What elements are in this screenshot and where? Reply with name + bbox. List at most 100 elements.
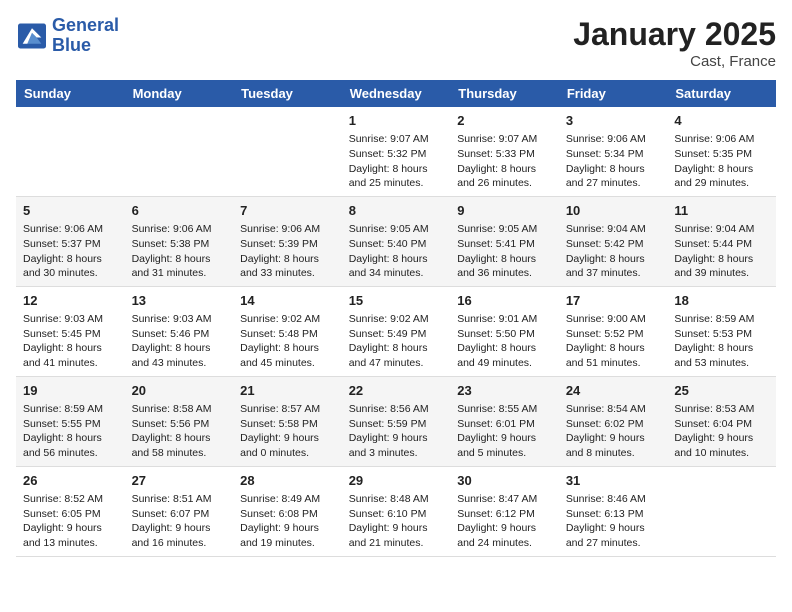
day-info: Daylight: 8 hours and 26 minutes. <box>457 162 552 191</box>
day-number: 9 <box>457 202 552 220</box>
day-header-wednesday: Wednesday <box>342 80 451 107</box>
calendar-table: SundayMondayTuesdayWednesdayThursdayFrid… <box>16 80 776 557</box>
day-cell-3: 3Sunrise: 9:06 AMSunset: 5:34 PMDaylight… <box>559 107 668 196</box>
day-cell-8: 8Sunrise: 9:05 AMSunset: 5:40 PMDaylight… <box>342 196 451 286</box>
day-cell-14: 14Sunrise: 9:02 AMSunset: 5:48 PMDayligh… <box>233 286 342 376</box>
day-info: Sunrise: 9:02 AM <box>240 312 335 327</box>
day-info: Sunrise: 9:06 AM <box>132 222 227 237</box>
day-cell-20: 20Sunrise: 8:58 AMSunset: 5:56 PMDayligh… <box>125 376 234 466</box>
day-number: 2 <box>457 112 552 130</box>
day-info: Sunset: 5:46 PM <box>132 327 227 342</box>
logo-text: General Blue <box>52 16 119 56</box>
empty-cell <box>16 107 125 196</box>
day-header-saturday: Saturday <box>667 80 776 107</box>
day-info: Sunrise: 8:49 AM <box>240 492 335 507</box>
empty-cell <box>667 466 776 556</box>
day-info: Daylight: 8 hours and 39 minutes. <box>674 252 769 281</box>
day-number: 14 <box>240 292 335 310</box>
day-cell-24: 24Sunrise: 8:54 AMSunset: 6:02 PMDayligh… <box>559 376 668 466</box>
day-info: Sunset: 5:41 PM <box>457 237 552 252</box>
day-info: Sunrise: 9:07 AM <box>457 132 552 147</box>
day-info: Sunrise: 8:56 AM <box>349 402 444 417</box>
day-info: Sunrise: 8:46 AM <box>566 492 661 507</box>
day-cell-30: 30Sunrise: 8:47 AMSunset: 6:12 PMDayligh… <box>450 466 559 556</box>
day-info: Sunrise: 8:54 AM <box>566 402 661 417</box>
day-number: 26 <box>23 472 118 490</box>
day-info: Daylight: 8 hours and 37 minutes. <box>566 252 661 281</box>
day-number: 24 <box>566 382 661 400</box>
day-info: Daylight: 8 hours and 25 minutes. <box>349 162 444 191</box>
day-info: Sunset: 5:53 PM <box>674 327 769 342</box>
day-info: Sunset: 5:59 PM <box>349 417 444 432</box>
day-info: Daylight: 9 hours and 24 minutes. <box>457 521 552 550</box>
day-info: Sunrise: 8:58 AM <box>132 402 227 417</box>
day-info: Daylight: 8 hours and 27 minutes. <box>566 162 661 191</box>
day-cell-6: 6Sunrise: 9:06 AMSunset: 5:38 PMDaylight… <box>125 196 234 286</box>
day-info: Sunset: 6:04 PM <box>674 417 769 432</box>
day-header-thursday: Thursday <box>450 80 559 107</box>
day-info: Sunrise: 8:52 AM <box>23 492 118 507</box>
day-cell-4: 4Sunrise: 9:06 AMSunset: 5:35 PMDaylight… <box>667 107 776 196</box>
day-cell-21: 21Sunrise: 8:57 AMSunset: 5:58 PMDayligh… <box>233 376 342 466</box>
day-header-sunday: Sunday <box>16 80 125 107</box>
day-cell-22: 22 Sunrise: 8:56 AMSunset: 5:59 PMDayligh… <box>342 376 451 466</box>
day-info: Sunset: 6:12 PM <box>457 507 552 522</box>
week-row-2: 5Sunrise: 9:06 AMSunset: 5:37 PMDaylight… <box>16 196 776 286</box>
day-cell-10: 10Sunrise: 9:04 AMSunset: 5:42 PMDayligh… <box>559 196 668 286</box>
day-cell-26: 26Sunrise: 8:52 AMSunset: 6:05 PMDayligh… <box>16 466 125 556</box>
day-number: 11 <box>674 202 769 220</box>
day-info: Daylight: 8 hours and 36 minutes. <box>457 252 552 281</box>
day-number: 8 <box>349 202 444 220</box>
day-info: Sunset: 5:37 PM <box>23 237 118 252</box>
day-info: Sunrise: 9:00 AM <box>566 312 661 327</box>
month-title: January 2025 <box>573 16 776 53</box>
day-cell-9: 9 Sunrise: 9:05 AMSunset: 5:41 PMDaylight… <box>450 196 559 286</box>
day-header-monday: Monday <box>125 80 234 107</box>
day-info: Daylight: 9 hours and 10 minutes. <box>674 431 769 460</box>
day-info: Sunset: 5:38 PM <box>132 237 227 252</box>
logo: General Blue <box>16 16 119 56</box>
day-info: Sunrise: 8:51 AM <box>132 492 227 507</box>
day-info: Sunset: 5:35 PM <box>674 147 769 162</box>
day-info: Sunrise: 9:05 AM <box>457 222 552 237</box>
day-number: 1 <box>349 112 444 130</box>
day-info: Sunset: 5:32 PM <box>349 147 444 162</box>
day-info: Sunset: 5:55 PM <box>23 417 118 432</box>
page-header: General Blue January 2025 Cast, France <box>16 16 776 70</box>
day-info: Sunrise: 9:05 AM <box>349 222 444 237</box>
day-info: Sunrise: 9:07 AM <box>349 132 444 147</box>
day-cell-12: 12Sunrise: 9:03 AMSunset: 5:45 PMDayligh… <box>16 286 125 376</box>
week-row-4: 19Sunrise: 8:59 AMSunset: 5:55 PMDayligh… <box>16 376 776 466</box>
calendar-body: 1Sunrise: 9:07 AMSunset: 5:32 PMDaylight… <box>16 107 776 556</box>
week-row-5: 26Sunrise: 8:52 AMSunset: 6:05 PMDayligh… <box>16 466 776 556</box>
day-info: Daylight: 9 hours and 3 minutes. <box>349 431 444 460</box>
day-number: 22 <box>349 382 444 400</box>
day-info: Sunrise: 9:06 AM <box>566 132 661 147</box>
day-info: Sunrise: 9:04 AM <box>674 222 769 237</box>
day-info: Sunrise: 8:48 AM <box>349 492 444 507</box>
day-number: 19 <box>23 382 118 400</box>
day-cell-23: 23Sunrise: 8:55 AMSunset: 6:01 PMDayligh… <box>450 376 559 466</box>
day-info: Sunset: 5:44 PM <box>674 237 769 252</box>
day-info: Sunset: 5:50 PM <box>457 327 552 342</box>
day-info: Sunset: 5:39 PM <box>240 237 335 252</box>
days-of-week-row: SundayMondayTuesdayWednesdayThursdayFrid… <box>16 80 776 107</box>
day-number: 28 <box>240 472 335 490</box>
day-info: Sunset: 5:45 PM <box>23 327 118 342</box>
day-info: Sunset: 5:42 PM <box>566 237 661 252</box>
day-info: Sunrise: 9:02 AM <box>349 312 444 327</box>
day-info: Sunrise: 9:04 AM <box>566 222 661 237</box>
day-info: Sunset: 6:13 PM <box>566 507 661 522</box>
day-number: 30 <box>457 472 552 490</box>
empty-cell <box>233 107 342 196</box>
day-cell-29: 29Sunrise: 8:48 AMSunset: 6:10 PMDayligh… <box>342 466 451 556</box>
day-info: Sunrise: 9:06 AM <box>240 222 335 237</box>
day-number: 13 <box>132 292 227 310</box>
day-info: Sunrise: 8:53 AM <box>674 402 769 417</box>
day-info: Daylight: 8 hours and 49 minutes. <box>457 341 552 370</box>
day-number: 3 <box>566 112 661 130</box>
day-info: Daylight: 9 hours and 8 minutes. <box>566 431 661 460</box>
day-info: Sunrise: 9:06 AM <box>674 132 769 147</box>
day-info: Daylight: 9 hours and 19 minutes. <box>240 521 335 550</box>
week-row-3: 12Sunrise: 9:03 AMSunset: 5:45 PMDayligh… <box>16 286 776 376</box>
